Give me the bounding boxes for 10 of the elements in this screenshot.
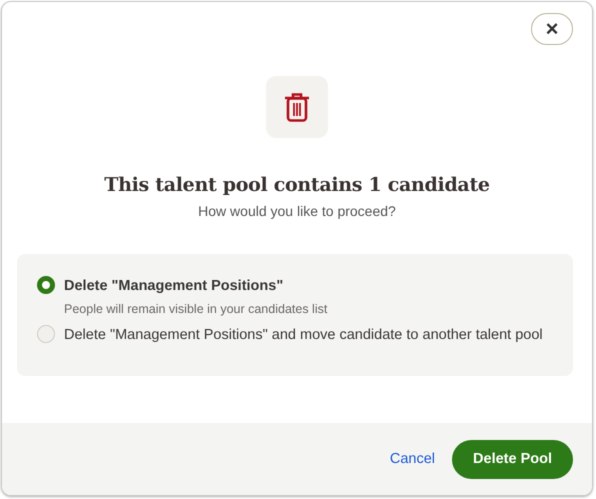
trash-icon xyxy=(284,91,310,123)
option-label[interactable]: Delete "Management Positions" xyxy=(64,275,328,297)
close-button[interactable]: × xyxy=(531,13,573,45)
cancel-link[interactable]: Cancel xyxy=(390,451,436,467)
option-description: People will remain visible in your candidates list xyxy=(64,302,328,316)
option-label[interactable]: Delete "Management Positions" and move candidate to another talent pool xyxy=(64,324,543,346)
dialog-title: This talent pool contains 1 candidate xyxy=(104,174,490,196)
delete-pool-button[interactable]: Delete Pool xyxy=(452,440,573,478)
dialog-subtitle: How would you like to proceed? xyxy=(198,203,396,219)
radio-button[interactable] xyxy=(37,276,55,294)
